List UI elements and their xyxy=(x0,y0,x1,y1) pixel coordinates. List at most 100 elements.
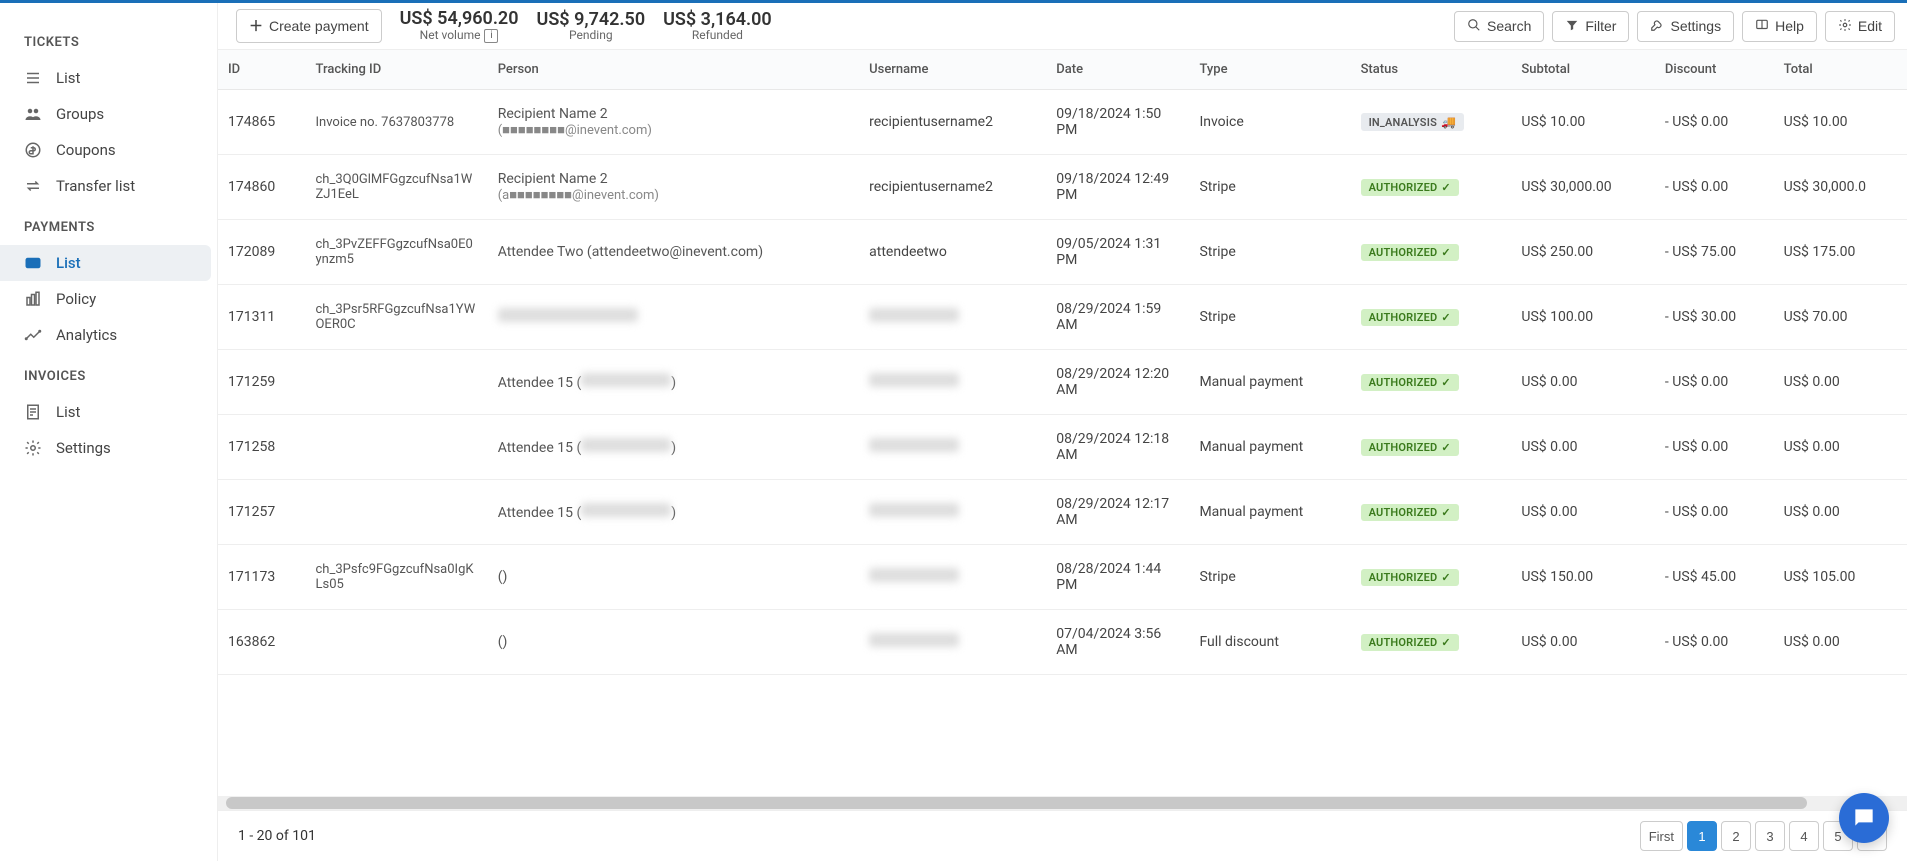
col-discount[interactable]: Discount xyxy=(1655,50,1774,90)
sidebar-item-label: Analytics xyxy=(56,326,117,344)
filter-button[interactable]: Filter xyxy=(1552,11,1629,42)
redacted-text xyxy=(869,438,959,452)
scrollbar-thumb[interactable] xyxy=(226,797,1807,809)
pagination-page[interactable]: 1 xyxy=(1687,821,1717,851)
cell-type: Invoice xyxy=(1189,90,1350,155)
help-icon xyxy=(1755,18,1769,35)
sidebar-item-policy[interactable]: Policy xyxy=(0,281,217,317)
person-name: Attendee 15 ( xyxy=(498,505,582,521)
info-icon[interactable]: i xyxy=(484,29,498,43)
cell-total: US$ 0.00 xyxy=(1774,610,1907,675)
table-row[interactable]: 163862()07/04/2024 3:56 AMFull discountA… xyxy=(218,610,1907,675)
check-icon: ✓ xyxy=(1441,181,1450,194)
pagination-page[interactable]: 2 xyxy=(1721,821,1751,851)
check-icon: ✓ xyxy=(1441,376,1450,389)
table-row[interactable]: 174860ch_3Q0GlMFGgzcufNsa1WZJ1EeLRecipie… xyxy=(218,155,1907,220)
cell-type: Stripe xyxy=(1189,545,1350,610)
cell-type: Manual payment xyxy=(1189,480,1350,545)
table-row[interactable]: 171173ch_3Psfc9FGgzcufNsa0IgKLs05()08/28… xyxy=(218,545,1907,610)
plus-icon: ＋ xyxy=(249,16,263,36)
sidebar-item-label: Policy xyxy=(56,290,96,308)
table-row[interactable]: 171311ch_3Psr5RFGgzcufNsa1YWOER0C08/29/2… xyxy=(218,285,1907,350)
col-total[interactable]: Total xyxy=(1774,50,1907,90)
col-person[interactable]: Person xyxy=(488,50,859,90)
status-badge: AUTHORIZED✓ xyxy=(1361,374,1459,391)
col-date[interactable]: Date xyxy=(1046,50,1189,90)
table-row[interactable]: 171258Attendee 15 ()08/29/2024 12:18 AMM… xyxy=(218,415,1907,480)
cell-username xyxy=(859,415,1046,480)
button-label: Search xyxy=(1487,18,1531,34)
search-button[interactable]: Search xyxy=(1454,11,1544,42)
cell-username xyxy=(859,480,1046,545)
sidebar-item-invoices-list[interactable]: List xyxy=(0,394,217,430)
create-payment-button[interactable]: ＋ Create payment xyxy=(236,9,382,43)
cell-subtotal: US$ 250.00 xyxy=(1511,220,1655,285)
cell-date: 08/29/2024 12:18 AM xyxy=(1046,415,1189,480)
check-icon: ✓ xyxy=(1441,246,1450,259)
horizontal-scrollbar[interactable] xyxy=(218,796,1907,810)
col-status[interactable]: Status xyxy=(1351,50,1512,90)
truck-icon: 🚚 xyxy=(1441,115,1456,129)
cell-tracking: ch_3Psfc9FGgzcufNsa0IgKLs05 xyxy=(305,545,487,610)
person-email: (■■■■■■■■@inevent.com) xyxy=(498,122,849,138)
table-row[interactable]: 172089ch_3PvZEFFGgzcufNsa0E0ynzm5Attende… xyxy=(218,220,1907,285)
cell-subtotal: US$ 0.00 xyxy=(1511,480,1655,545)
col-type[interactable]: Type xyxy=(1189,50,1350,90)
table-row[interactable]: 171257Attendee 15 ()08/29/2024 12:17 AMM… xyxy=(218,480,1907,545)
cell-person: Recipient Name 2(a■■■■■■■■@inevent.com) xyxy=(488,155,859,220)
cell-date: 08/29/2024 12:17 AM xyxy=(1046,480,1189,545)
sidebar-item-tickets-list[interactable]: List xyxy=(0,60,217,96)
cell-discount: - US$ 0.00 xyxy=(1655,415,1774,480)
cell-subtotal: US$ 0.00 xyxy=(1511,415,1655,480)
cell-tracking xyxy=(305,415,487,480)
check-icon: ✓ xyxy=(1441,506,1450,519)
sidebar-item-transfer[interactable]: Transfer list xyxy=(0,168,217,204)
cell-id: 172089 xyxy=(218,220,305,285)
status-label: AUTHORIZED xyxy=(1369,246,1438,259)
sidebar-item-analytics[interactable]: Analytics xyxy=(0,317,217,353)
cell-subtotal: US$ 10.00 xyxy=(1511,90,1655,155)
help-button[interactable]: Help xyxy=(1742,11,1817,42)
check-icon: ✓ xyxy=(1441,441,1450,454)
table-row[interactable]: 174865Invoice no. 7637803778Recipient Na… xyxy=(218,90,1907,155)
chat-launcher[interactable] xyxy=(1839,793,1889,843)
sidebar-item-coupons[interactable]: Coupons xyxy=(0,132,217,168)
person-name: Attendee 15 ( xyxy=(498,440,582,456)
stat-label: Refunded xyxy=(692,29,743,42)
cell-id: 174860 xyxy=(218,155,305,220)
pagination-page[interactable]: 4 xyxy=(1789,821,1819,851)
button-label: Create payment xyxy=(269,18,369,34)
sidebar-section-payments: PAYMENTS List Policy Analytics xyxy=(0,204,217,353)
cell-id: 171259 xyxy=(218,350,305,415)
pagination-page[interactable]: 3 xyxy=(1755,821,1785,851)
edit-button[interactable]: Edit xyxy=(1825,11,1895,42)
cell-total: US$ 0.00 xyxy=(1774,350,1907,415)
col-id[interactable]: ID xyxy=(218,50,305,90)
cell-person: () xyxy=(488,545,859,610)
pagination-first[interactable]: First xyxy=(1640,821,1683,851)
cell-tracking: ch_3Psr5RFGgzcufNsa1YWOER0C xyxy=(305,285,487,350)
check-icon: ✓ xyxy=(1441,311,1450,324)
stat-value: US$ 3,164.00 xyxy=(663,10,772,30)
topbar-actions: Search Filter Settings Help Edit xyxy=(1454,11,1895,42)
col-subtotal[interactable]: Subtotal xyxy=(1511,50,1655,90)
sidebar: TICKETS List Groups Coupons Transfer lis… xyxy=(0,3,218,861)
settings-button[interactable]: Settings xyxy=(1637,11,1734,42)
cell-date: 08/29/2024 1:59 AM xyxy=(1046,285,1189,350)
sidebar-item-invoices-settings[interactable]: Settings xyxy=(0,430,217,466)
table-row[interactable]: 171259Attendee 15 ()08/29/2024 12:20 AMM… xyxy=(218,350,1907,415)
receipt-icon xyxy=(24,403,42,421)
check-icon: ✓ xyxy=(1441,571,1450,584)
cell-discount: - US$ 30.00 xyxy=(1655,285,1774,350)
cell-discount: - US$ 0.00 xyxy=(1655,480,1774,545)
cell-type: Full discount xyxy=(1189,610,1350,675)
sidebar-section-tickets: TICKETS List Groups Coupons Transfer lis… xyxy=(0,19,217,204)
col-tracking[interactable]: Tracking ID xyxy=(305,50,487,90)
sidebar-item-groups[interactable]: Groups xyxy=(0,96,217,132)
table-scroll[interactable]: ID Tracking ID Person Username Date Type… xyxy=(218,50,1907,796)
sidebar-item-payments-list[interactable]: List xyxy=(0,245,211,281)
cell-status: AUTHORIZED✓ xyxy=(1351,610,1512,675)
cell-discount: - US$ 0.00 xyxy=(1655,350,1774,415)
status-label: AUTHORIZED xyxy=(1369,636,1438,649)
col-username[interactable]: Username xyxy=(859,50,1046,90)
